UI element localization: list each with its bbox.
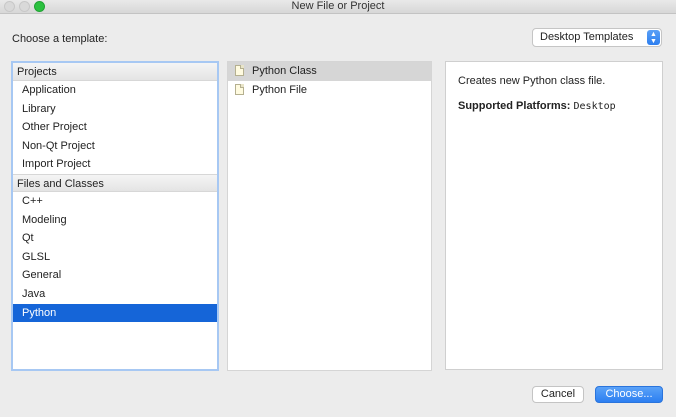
updown-arrows-icon: ▲ ▼	[647, 30, 660, 45]
template-item-python-class[interactable]: Python Class	[228, 62, 431, 81]
template-item-python-file[interactable]: Python File	[228, 81, 431, 100]
category-item-import-project[interactable]: Import Project	[13, 155, 217, 174]
category-item-glsl[interactable]: GLSL	[13, 248, 217, 267]
python-file-icon	[235, 65, 244, 76]
category-item-other-project[interactable]: Other Project	[13, 118, 217, 137]
template-filter-value: Desktop Templates	[540, 31, 634, 43]
category-list[interactable]: Projects Application Library Other Proje…	[11, 61, 219, 371]
category-item-application[interactable]: Application	[13, 81, 217, 100]
choose-template-label: Choose a template:	[12, 33, 108, 45]
template-list[interactable]: Python Class Python File	[227, 61, 432, 371]
template-description: Creates new Python class file.	[458, 75, 606, 87]
category-item-cpp[interactable]: C++	[13, 192, 217, 211]
category-item-non-qt-project[interactable]: Non-Qt Project	[13, 137, 217, 156]
category-item-python[interactable]: Python	[13, 303, 217, 323]
category-item-library[interactable]: Library	[13, 100, 217, 119]
cancel-button[interactable]: Cancel	[532, 386, 584, 403]
template-item-label: Python Class	[252, 65, 317, 77]
category-item-java[interactable]: Java	[13, 285, 217, 304]
title-bar: New File or Project	[0, 0, 676, 14]
category-item-modeling[interactable]: Modeling	[13, 211, 217, 230]
choose-button[interactable]: Choose...	[595, 386, 663, 403]
description-panel: Creates new Python class file. Supported…	[445, 61, 663, 370]
supported-platforms-value: Desktop	[573, 101, 616, 112]
category-item-qt[interactable]: Qt	[13, 229, 217, 248]
window-title: New File or Project	[291, 0, 385, 12]
python-file-icon	[235, 83, 244, 95]
section-header-projects: Projects	[13, 63, 217, 81]
template-item-label: Python File	[252, 83, 308, 96]
category-item-general[interactable]: General	[13, 266, 217, 285]
supported-platforms-label: Supported Platforms:	[458, 100, 571, 112]
supported-platforms: Supported Platforms: Desktop	[458, 100, 616, 112]
template-filter-select[interactable]: Desktop Templates ▲ ▼	[532, 28, 662, 47]
section-header-files-and-classes: Files and Classes	[13, 173, 217, 192]
